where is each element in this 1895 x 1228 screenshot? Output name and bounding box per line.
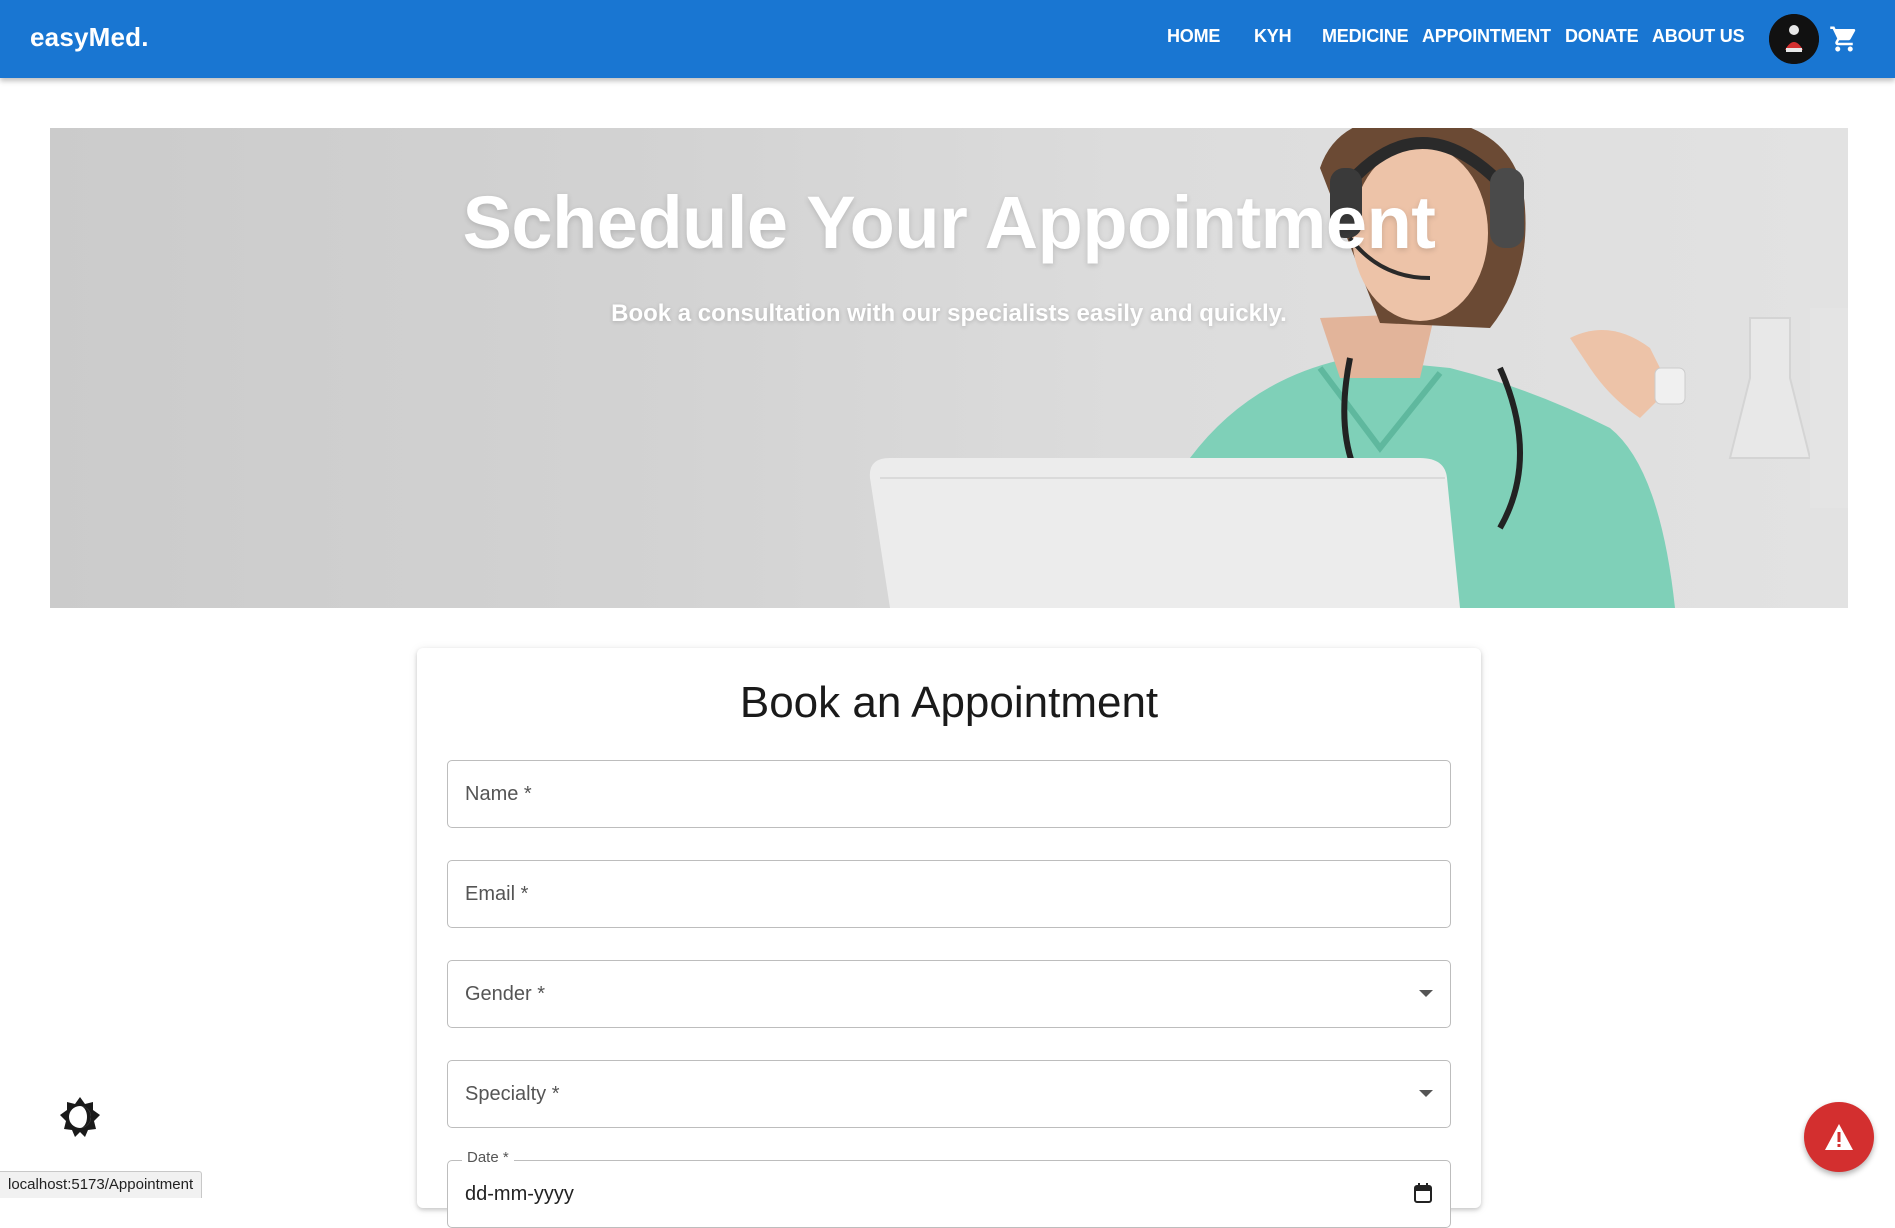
- main-nav: HOME KYH MEDICINE APPOINTMENT DONATE ABO…: [0, 0, 1895, 78]
- name-field-label: Name *: [465, 783, 532, 805]
- nav-about-us[interactable]: ABOUT US: [1652, 26, 1745, 47]
- chevron-down-icon: [1419, 1090, 1433, 1097]
- alert-button[interactable]: [1804, 1102, 1874, 1172]
- nav-home[interactable]: HOME: [1167, 26, 1220, 47]
- gender-select[interactable]: Gender *: [447, 960, 1451, 1028]
- specialty-select-label: Specialty *: [465, 1083, 560, 1105]
- warning-icon: [1825, 1124, 1853, 1150]
- email-field-label: Email *: [465, 883, 529, 905]
- nav-donate[interactable]: DONATE: [1565, 26, 1639, 47]
- chevron-down-icon: [1419, 990, 1433, 997]
- nav-medicine[interactable]: MEDICINE: [1322, 26, 1409, 47]
- hero-banner: Schedule Your Appointment Book a consult…: [50, 128, 1848, 608]
- brightness-icon[interactable]: [58, 1095, 102, 1139]
- calendar-icon[interactable]: [1414, 1183, 1432, 1203]
- avatar-image: [1769, 14, 1819, 64]
- nav-kyh[interactable]: KYH: [1254, 26, 1292, 47]
- name-field[interactable]: Name *: [447, 760, 1451, 828]
- specialty-select[interactable]: Specialty *: [447, 1060, 1451, 1128]
- browser-status-url: localhost:5173/Appointment: [0, 1171, 203, 1198]
- shopping-cart-icon[interactable]: [1829, 24, 1859, 54]
- date-input-value[interactable]: dd-mm-yyyy: [465, 1183, 574, 1206]
- appointment-form-card: Book an Appointment Name * Email * Gende…: [417, 648, 1481, 1228]
- gender-select-label: Gender *: [465, 983, 546, 1005]
- email-field[interactable]: Email *: [447, 860, 1451, 928]
- app-bar: easyMed. HOME KYH MEDICINE APPOINTMENT D…: [0, 0, 1895, 78]
- nav-appointment[interactable]: APPOINTMENT: [1422, 26, 1551, 47]
- user-avatar[interactable]: [1769, 14, 1819, 64]
- hero-title: Schedule Your Appointment: [462, 181, 1436, 264]
- form-title: Book an Appointment: [739, 678, 1159, 727]
- date-field[interactable]: Date * dd-mm-yyyy: [447, 1149, 1451, 1228]
- date-field-label: Date *: [462, 1149, 514, 1166]
- hero-subtitle: Book a consultation with our specialists…: [611, 300, 1287, 327]
